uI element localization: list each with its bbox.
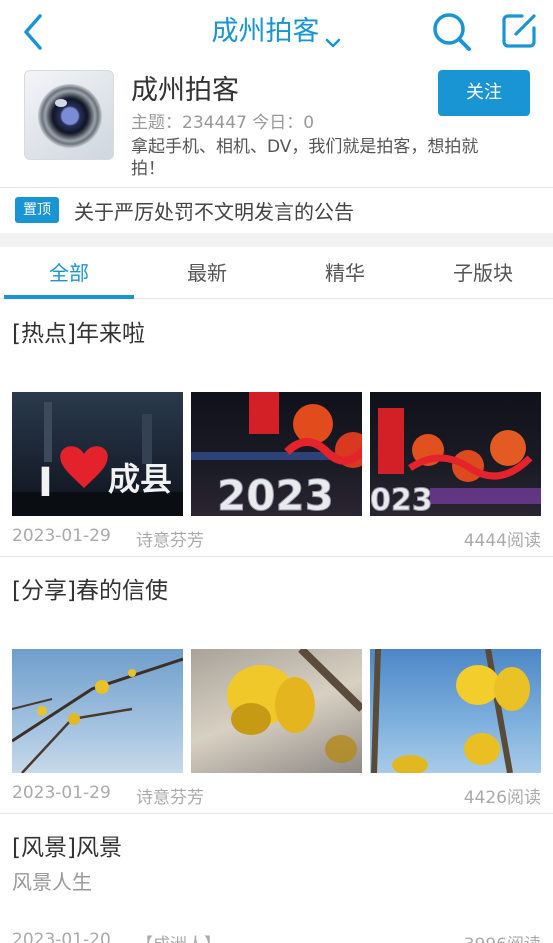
top-bar: 成州拍客 <box>0 0 553 64</box>
tab-featured[interactable]: 精华 <box>276 247 414 299</box>
pinned-badge: 置顶 <box>15 197 59 223</box>
post-read-count: 4426阅读 <box>463 788 541 808</box>
pinned-title: 关于严厉处罚不文明发言的公告 <box>74 200 354 224</box>
tab-all[interactable]: 全部 <box>0 247 138 299</box>
thumb-text-chengxian: 成县 <box>108 460 172 498</box>
thumb-text-2023: 2023 <box>217 471 334 516</box>
forum-header: 成州拍客 主题：234447 今日：0 拿起手机、相机、DV，我们就是拍客，想拍… <box>0 64 553 187</box>
post-read-count: 3996阅读 <box>464 930 541 943</box>
forum-stats: 主题：234447 今日：0 <box>131 113 315 133</box>
thumb-text-i: I <box>38 460 53 506</box>
post-title: [分享]春的信使 <box>12 578 168 604</box>
post-date: 2023-01-29 <box>12 526 111 546</box>
post-title: [风景]风景 <box>12 835 122 861</box>
post-author[interactable]: 【成洲人】 <box>136 930 221 943</box>
topbar-title: 成州拍客 <box>211 16 320 47</box>
post-author[interactable]: 诗意芬芳 <box>136 783 204 808</box>
chevron-down-icon <box>324 24 342 47</box>
post-image[interactable] <box>370 649 541 773</box>
active-tab-indicator <box>4 295 134 299</box>
section-divider <box>0 233 553 247</box>
tab-bar: 全部 最新 精华 子版块 <box>0 247 553 299</box>
post-image[interactable] <box>12 649 183 773</box>
post-date: 2023-01-20 <box>12 930 111 943</box>
post-read-count: 4444阅读 <box>463 531 541 551</box>
post-title: [热点]年来啦 <box>12 321 145 347</box>
thumb-text-023: 023 <box>370 483 433 516</box>
forum-name: 成州拍客 <box>131 75 239 106</box>
post-thumbnails <box>12 649 541 773</box>
post-excerpt: 风景人生 <box>12 870 92 894</box>
post-date: 2023-01-29 <box>12 783 111 803</box>
search-icon[interactable] <box>430 10 474 54</box>
post-image[interactable]: I 成县 <box>12 392 183 516</box>
post-item[interactable]: [热点]年来啦 I 成县 2023 023 2023-01-29 诗意芬芳 44… <box>0 300 553 557</box>
tab-subforums[interactable]: 子版块 <box>414 247 552 299</box>
edit-icon[interactable] <box>498 10 540 52</box>
post-item[interactable]: [风景]风景 风景人生 2023-01-20 【成洲人】 3996阅读 <box>0 814 553 943</box>
pinned-notice[interactable]: 置顶 关于严厉处罚不文明发言的公告 <box>0 187 553 233</box>
post-item[interactable]: [分享]春的信使 2023-01-29 诗意芬芳 4426阅读 <box>0 557 553 814</box>
forum-logo <box>24 70 114 160</box>
post-image[interactable]: 2023 <box>191 392 362 516</box>
follow-button[interactable]: 关注 <box>438 70 530 116</box>
tab-latest[interactable]: 最新 <box>138 247 276 299</box>
post-thumbnails: I 成县 2023 023 <box>12 392 541 516</box>
forum-description: 拿起手机、相机、DV，我们就是拍客，想拍就拍！ <box>131 137 479 179</box>
post-author[interactable]: 诗意芬芳 <box>136 526 204 551</box>
post-image[interactable] <box>191 649 362 773</box>
post-image[interactable]: 023 <box>370 392 541 516</box>
